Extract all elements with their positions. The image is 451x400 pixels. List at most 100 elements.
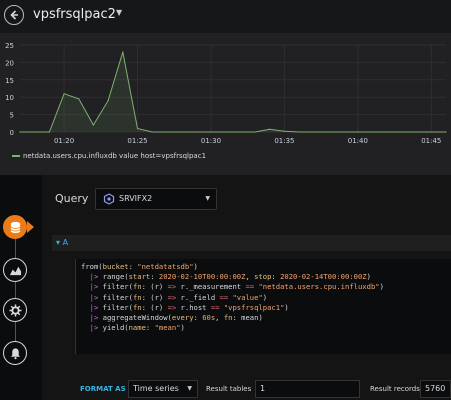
code-line: from(bucket: "netdatatsdb") (81, 262, 451, 272)
y-tick-label: 10 (5, 94, 14, 102)
code-token: 2020-02-14T00:00:00Z (280, 272, 367, 282)
data-point (416, 131, 418, 133)
code-token: r._measurement (176, 282, 246, 292)
query-row-toggle[interactable]: ▾ A (56, 238, 68, 247)
code-token: "mean" (154, 323, 181, 333)
code-line: |> yield(name: "mean") (81, 323, 451, 333)
legend-item[interactable]: netdata.users.cpu.influxdb value host=vp… (12, 152, 206, 160)
code-token: ) (366, 272, 371, 282)
code-token: "vpsfrsqlpac1" (223, 302, 285, 312)
rail-alert-tab[interactable] (3, 341, 27, 365)
result-records-field: 5760 (420, 380, 451, 398)
code-token: ) (262, 292, 268, 302)
data-point (225, 131, 227, 133)
code-token: ) (193, 262, 198, 271)
result-tables-field: 1 (255, 380, 360, 398)
result-tables-label: Result tables (206, 385, 252, 393)
graph-panel: 0 5 10 15 20 25 01:20 01:25 01:30 01:35 01:40 01:45… (0, 33, 451, 175)
flux-code-editor[interactable]: from(bucket: "netdatatsdb") |> range(sta… (75, 259, 451, 354)
query-label: Query (55, 192, 89, 205)
database-icon (9, 221, 21, 233)
code-token: => (167, 292, 177, 302)
y-tick-label: 15 (5, 77, 14, 85)
data-point (313, 131, 315, 133)
code-token: 60s (202, 313, 216, 323)
dashboard-header: vpsfrsqlpac2 ▼ (0, 0, 451, 33)
series-area (20, 52, 446, 132)
code-token: == (210, 302, 220, 312)
data-point (195, 131, 197, 133)
result-records-value: 5760 (425, 384, 446, 393)
code-token: fn (132, 292, 142, 302)
code-token: |> (81, 272, 99, 282)
code-token: ) (379, 282, 384, 292)
data-point (92, 124, 94, 126)
x-tick-label: 01:35 (274, 137, 294, 145)
code-token: : (193, 313, 203, 323)
code-token: : mean) (232, 313, 263, 323)
datasource-select[interactable]: SRVIFX2 ▼ (95, 188, 217, 210)
code-token: r._field (176, 292, 220, 302)
data-point (19, 131, 21, 133)
x-tick-label: 01:30 (201, 137, 221, 145)
data-point (151, 131, 153, 133)
code-token: stop (254, 272, 272, 282)
x-tick-label: 01:40 (348, 137, 368, 145)
format-as-select[interactable]: Time series ▼ (128, 380, 198, 398)
code-token: fn (132, 302, 142, 312)
y-tick-label: 0 (10, 129, 14, 137)
code-token: fn (132, 282, 142, 292)
data-point (136, 127, 139, 130)
chevron-down-icon[interactable]: ▼ (116, 8, 122, 17)
code-token: : (r) (141, 292, 168, 302)
code-token: : (r) (141, 302, 168, 312)
code-line: |> filter(fn: (r) => r._measurement == "… (81, 282, 451, 292)
query-options-bar: FORMAT AS Time series ▼ Result tables 1 … (75, 378, 451, 400)
data-point (210, 131, 212, 133)
code-token: : (145, 323, 155, 333)
data-point (445, 131, 447, 133)
dashboard-title[interactable]: vpsfrsqlpac2 (33, 7, 116, 22)
influxdb-icon (103, 193, 115, 205)
caret-down-icon: ▼ (187, 385, 192, 392)
data-point (342, 131, 344, 133)
data-point (122, 51, 124, 53)
x-tick-label: 01:25 (127, 137, 147, 145)
code-token: every (171, 313, 194, 323)
back-button[interactable] (4, 5, 24, 25)
data-point (63, 93, 65, 95)
data-point (78, 98, 80, 100)
data-point (107, 100, 109, 102)
data-point (239, 131, 241, 133)
code-token: range( (98, 272, 129, 282)
query-ref-id: A (62, 238, 69, 247)
code-token: => (167, 282, 177, 292)
code-token: aggregateWindow( (98, 313, 172, 323)
data-point (254, 131, 256, 133)
query-row-header[interactable]: ▾ A (52, 235, 451, 251)
code-token: => (167, 302, 177, 312)
code-token: == (219, 292, 229, 302)
code-token: yield( (98, 323, 129, 333)
data-point (401, 131, 403, 133)
code-token: |> (81, 292, 99, 302)
time-series-chart: 0 5 10 15 20 25 01:20 01:25 01:30 01:35 01:40 01:45 (5, 42, 447, 145)
data-point (48, 131, 51, 133)
datasource-name: SRVIFX2 (119, 194, 153, 203)
code-line: |> aggregateWindow(every: 60s, fn: mean) (81, 313, 451, 323)
y-tick-label: 5 (10, 112, 14, 120)
code-line: |> filter(fn: (r) => r._field == "value"… (81, 293, 451, 303)
data-point (181, 131, 183, 133)
code-token: filter( (98, 292, 133, 302)
code-token: , (245, 272, 255, 282)
rail-general-tab[interactable] (3, 298, 27, 322)
rail-visualization-tab[interactable] (3, 258, 27, 282)
code-token: : (128, 262, 138, 271)
code-token: ) (180, 323, 185, 333)
data-point (372, 131, 374, 133)
caret-down-icon: ▼ (205, 195, 210, 202)
code-token: "value" (232, 292, 263, 302)
rail-queries-tab[interactable] (3, 215, 27, 239)
data-point (357, 131, 359, 133)
data-point (386, 131, 388, 133)
